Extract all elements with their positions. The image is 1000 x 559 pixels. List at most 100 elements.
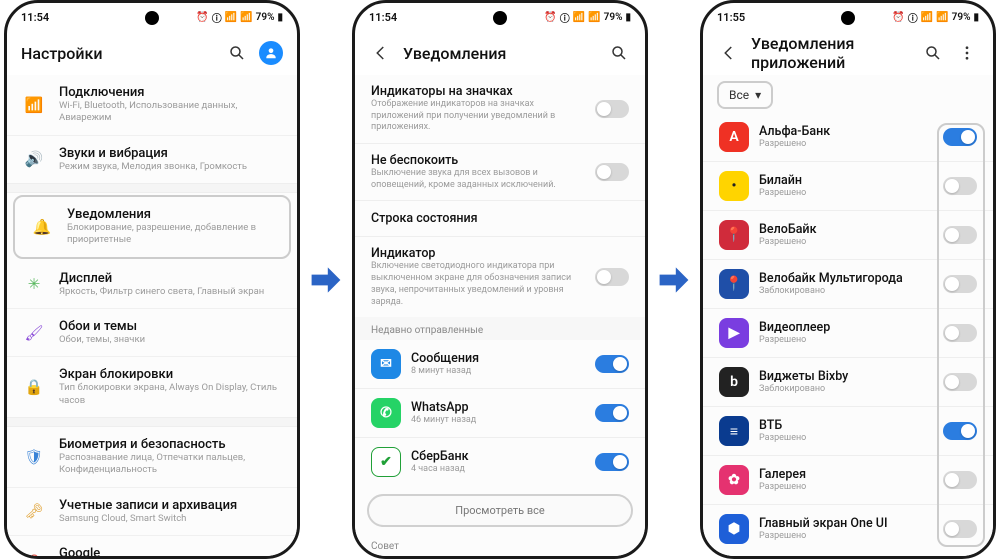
settings-row-Звуки и вибрация[interactable]: 🔊Звуки и вибрацияРежим звука, Мелодия зв… bbox=[7, 135, 297, 183]
page-title: Уведомления bbox=[403, 44, 597, 63]
settings-row-Экран блокировки[interactable]: 🔒Экран блокировкиТип блокировки экрана, … bbox=[7, 356, 297, 417]
notif-setting-3[interactable]: ИндикаторВключение светодиодного индикат… bbox=[355, 236, 645, 317]
app-row[interactable]: AАльфа-БанкРазрешено bbox=[703, 113, 993, 161]
app-status: Разрешено bbox=[759, 531, 933, 543]
app-name: Билайн bbox=[759, 173, 933, 188]
toggle-switch[interactable] bbox=[595, 163, 629, 181]
header: Настройки bbox=[7, 31, 297, 75]
toggle-switch[interactable] bbox=[595, 453, 629, 471]
filter-dropdown[interactable]: Все ▾ bbox=[717, 81, 773, 109]
status-time: 11:54 bbox=[369, 11, 397, 24]
app-subtitle: 8 минут назад bbox=[411, 366, 585, 378]
chevron-down-icon: ▾ bbox=[755, 88, 761, 102]
row-subtitle: Блокирование, разрешение, добавление в п… bbox=[67, 222, 273, 247]
settings-row-Обои и темы[interactable]: 🖌Обои и темыОбои, темы, значки bbox=[7, 308, 297, 356]
row-icon: 📶 bbox=[23, 94, 45, 116]
page-title: Уведомления приложений bbox=[751, 34, 911, 72]
filter-label: Все bbox=[729, 88, 749, 102]
app-row[interactable]: ▶ВидеоплеерРазрешено bbox=[703, 308, 993, 357]
search-icon[interactable] bbox=[921, 41, 945, 65]
row-icon: G bbox=[23, 549, 45, 556]
highlight-box: 🔔УведомленияБлокирование, разрешение, до… bbox=[13, 195, 291, 259]
notifications-list: Индикаторы на значкахОтображение индикат… bbox=[355, 75, 645, 556]
search-icon[interactable] bbox=[225, 41, 249, 65]
toggle-switch[interactable] bbox=[595, 100, 629, 118]
toggle-switch[interactable] bbox=[943, 373, 977, 391]
app-row[interactable]: ⬢Главный экран One UIРазрешено bbox=[703, 504, 993, 553]
app-icon: ✔ bbox=[371, 447, 401, 477]
app-icon: ▶ bbox=[719, 318, 749, 348]
toggle-switch[interactable] bbox=[943, 128, 977, 146]
status-icons: ⏰ⓘ📶📶 79%▮ bbox=[196, 10, 283, 25]
arrow-icon bbox=[653, 259, 695, 301]
view-all-button[interactable]: Просмотреть все bbox=[367, 494, 633, 527]
app-row[interactable]: ✿ГалереяРазрешено bbox=[703, 455, 993, 504]
app-row[interactable]: 📍Велобайк МультигородаЗаблокировано bbox=[703, 259, 993, 308]
app-row[interactable]: ≡ВТБРазрешено bbox=[703, 406, 993, 455]
toggle-switch[interactable] bbox=[595, 355, 629, 373]
back-icon[interactable] bbox=[717, 41, 741, 65]
setting-title: Строка состояния bbox=[371, 211, 629, 226]
app-subtitle: 46 минут назад bbox=[411, 415, 585, 427]
app-notifications-list: Все ▾ AАльфа-БанкРазрешено•БилайнРазреше… bbox=[703, 75, 993, 556]
settings-row-Подключения[interactable]: 📶ПодключенияWi-Fi, Bluetooth, Использова… bbox=[7, 75, 297, 135]
status-icons: ⏰ⓘ📶📶 79%▮ bbox=[892, 10, 979, 25]
notif-setting-2[interactable]: Строка состояния bbox=[355, 200, 645, 236]
row-title: Учетные записи и архивация bbox=[59, 498, 281, 513]
app-icon: ⬢ bbox=[719, 514, 749, 544]
app-row[interactable]: •БилайнРазрешено bbox=[703, 161, 993, 210]
row-title: Звуки и вибрация bbox=[59, 146, 281, 161]
notif-setting-1[interactable]: Не беспокоитьВыключение звука для всех в… bbox=[355, 143, 645, 200]
row-icon: 🔊 bbox=[23, 148, 45, 170]
row-subtitle: Тип блокировки экрана, Always On Display… bbox=[59, 382, 281, 407]
notif-setting-0[interactable]: Индикаторы на значкахОтображение индикат… bbox=[355, 75, 645, 143]
toggle-switch[interactable] bbox=[943, 226, 977, 244]
status-time: 11:54 bbox=[21, 11, 49, 24]
app-name: СберБанк bbox=[411, 449, 585, 464]
row-subtitle: Распознавание лица, Отпечатки пальцев, К… bbox=[59, 452, 281, 477]
profile-avatar[interactable] bbox=[259, 41, 283, 65]
back-icon[interactable] bbox=[369, 41, 393, 65]
toggle-switch[interactable] bbox=[943, 471, 977, 489]
settings-row-Учетные записи и архивация[interactable]: 🗝Учетные записи и архивацияSamsung Cloud… bbox=[7, 487, 297, 535]
recent-app-row[interactable]: ✉Сообщения8 минут назад bbox=[355, 340, 645, 388]
app-icon: ≡ bbox=[719, 416, 749, 446]
row-title: Дисплей bbox=[59, 271, 281, 286]
more-icon[interactable] bbox=[955, 41, 979, 65]
app-icon: A bbox=[719, 122, 749, 152]
toggle-switch[interactable] bbox=[943, 422, 977, 440]
toggle-switch[interactable] bbox=[943, 324, 977, 342]
row-icon: 🛡 bbox=[23, 446, 45, 468]
settings-row-Дисплей[interactable]: ✳ДисплейЯркость, Фильтр синего света, Гл… bbox=[7, 261, 297, 308]
header: Уведомления приложений bbox=[703, 31, 993, 75]
setting-subtitle: Выключение звука для всех вызовов и опов… bbox=[371, 168, 585, 191]
row-icon: 🗝 bbox=[23, 500, 45, 522]
setting-subtitle: Отображение индикаторов на значках прило… bbox=[371, 99, 585, 134]
app-icon: 📍 bbox=[719, 269, 749, 299]
row-subtitle: Wi-Fi, Bluetooth, Использование данных, … bbox=[59, 100, 281, 125]
row-title: Google bbox=[59, 546, 281, 556]
app-row[interactable]: 📍ВелоБайкРазрешено bbox=[703, 210, 993, 259]
toggle-switch[interactable] bbox=[595, 404, 629, 422]
app-row[interactable]: bВиджеты BixbyЗаблокировано bbox=[703, 357, 993, 406]
row-subtitle: Яркость, Фильтр синего света, Главный эк… bbox=[59, 286, 281, 298]
app-name: Видеоплеер bbox=[759, 320, 933, 335]
settings-row-Уведомления[interactable]: 🔔УведомленияБлокирование, разрешение, до… bbox=[15, 197, 289, 257]
toggle-switch[interactable] bbox=[943, 520, 977, 538]
app-name: Велобайк Мультигорода bbox=[759, 271, 933, 286]
camera-notch bbox=[493, 11, 507, 25]
recent-app-row[interactable]: ✆WhatsApp46 минут назад bbox=[355, 388, 645, 437]
search-icon[interactable] bbox=[607, 41, 631, 65]
setting-title: Индикатор bbox=[371, 246, 585, 261]
recent-app-row[interactable]: ✔СберБанк4 часа назад bbox=[355, 437, 645, 486]
phone-app-notifications: 11:55 ⏰ⓘ📶📶 79%▮ Уведомления приложений В… bbox=[700, 0, 996, 559]
status-icons: ⏰ⓘ📶📶 79%▮ bbox=[544, 10, 631, 25]
settings-row-Google[interactable]: GGoogleНастройки Google bbox=[7, 535, 297, 556]
toggle-switch[interactable] bbox=[943, 177, 977, 195]
section-divider bbox=[7, 417, 297, 427]
row-title: Уведомления bbox=[67, 207, 273, 222]
header: Уведомления bbox=[355, 31, 645, 75]
settings-row-Биометрия и безопасность[interactable]: 🛡Биометрия и безопасностьРаспознавание л… bbox=[7, 427, 297, 487]
toggle-switch[interactable] bbox=[595, 268, 629, 286]
toggle-switch[interactable] bbox=[943, 275, 977, 293]
